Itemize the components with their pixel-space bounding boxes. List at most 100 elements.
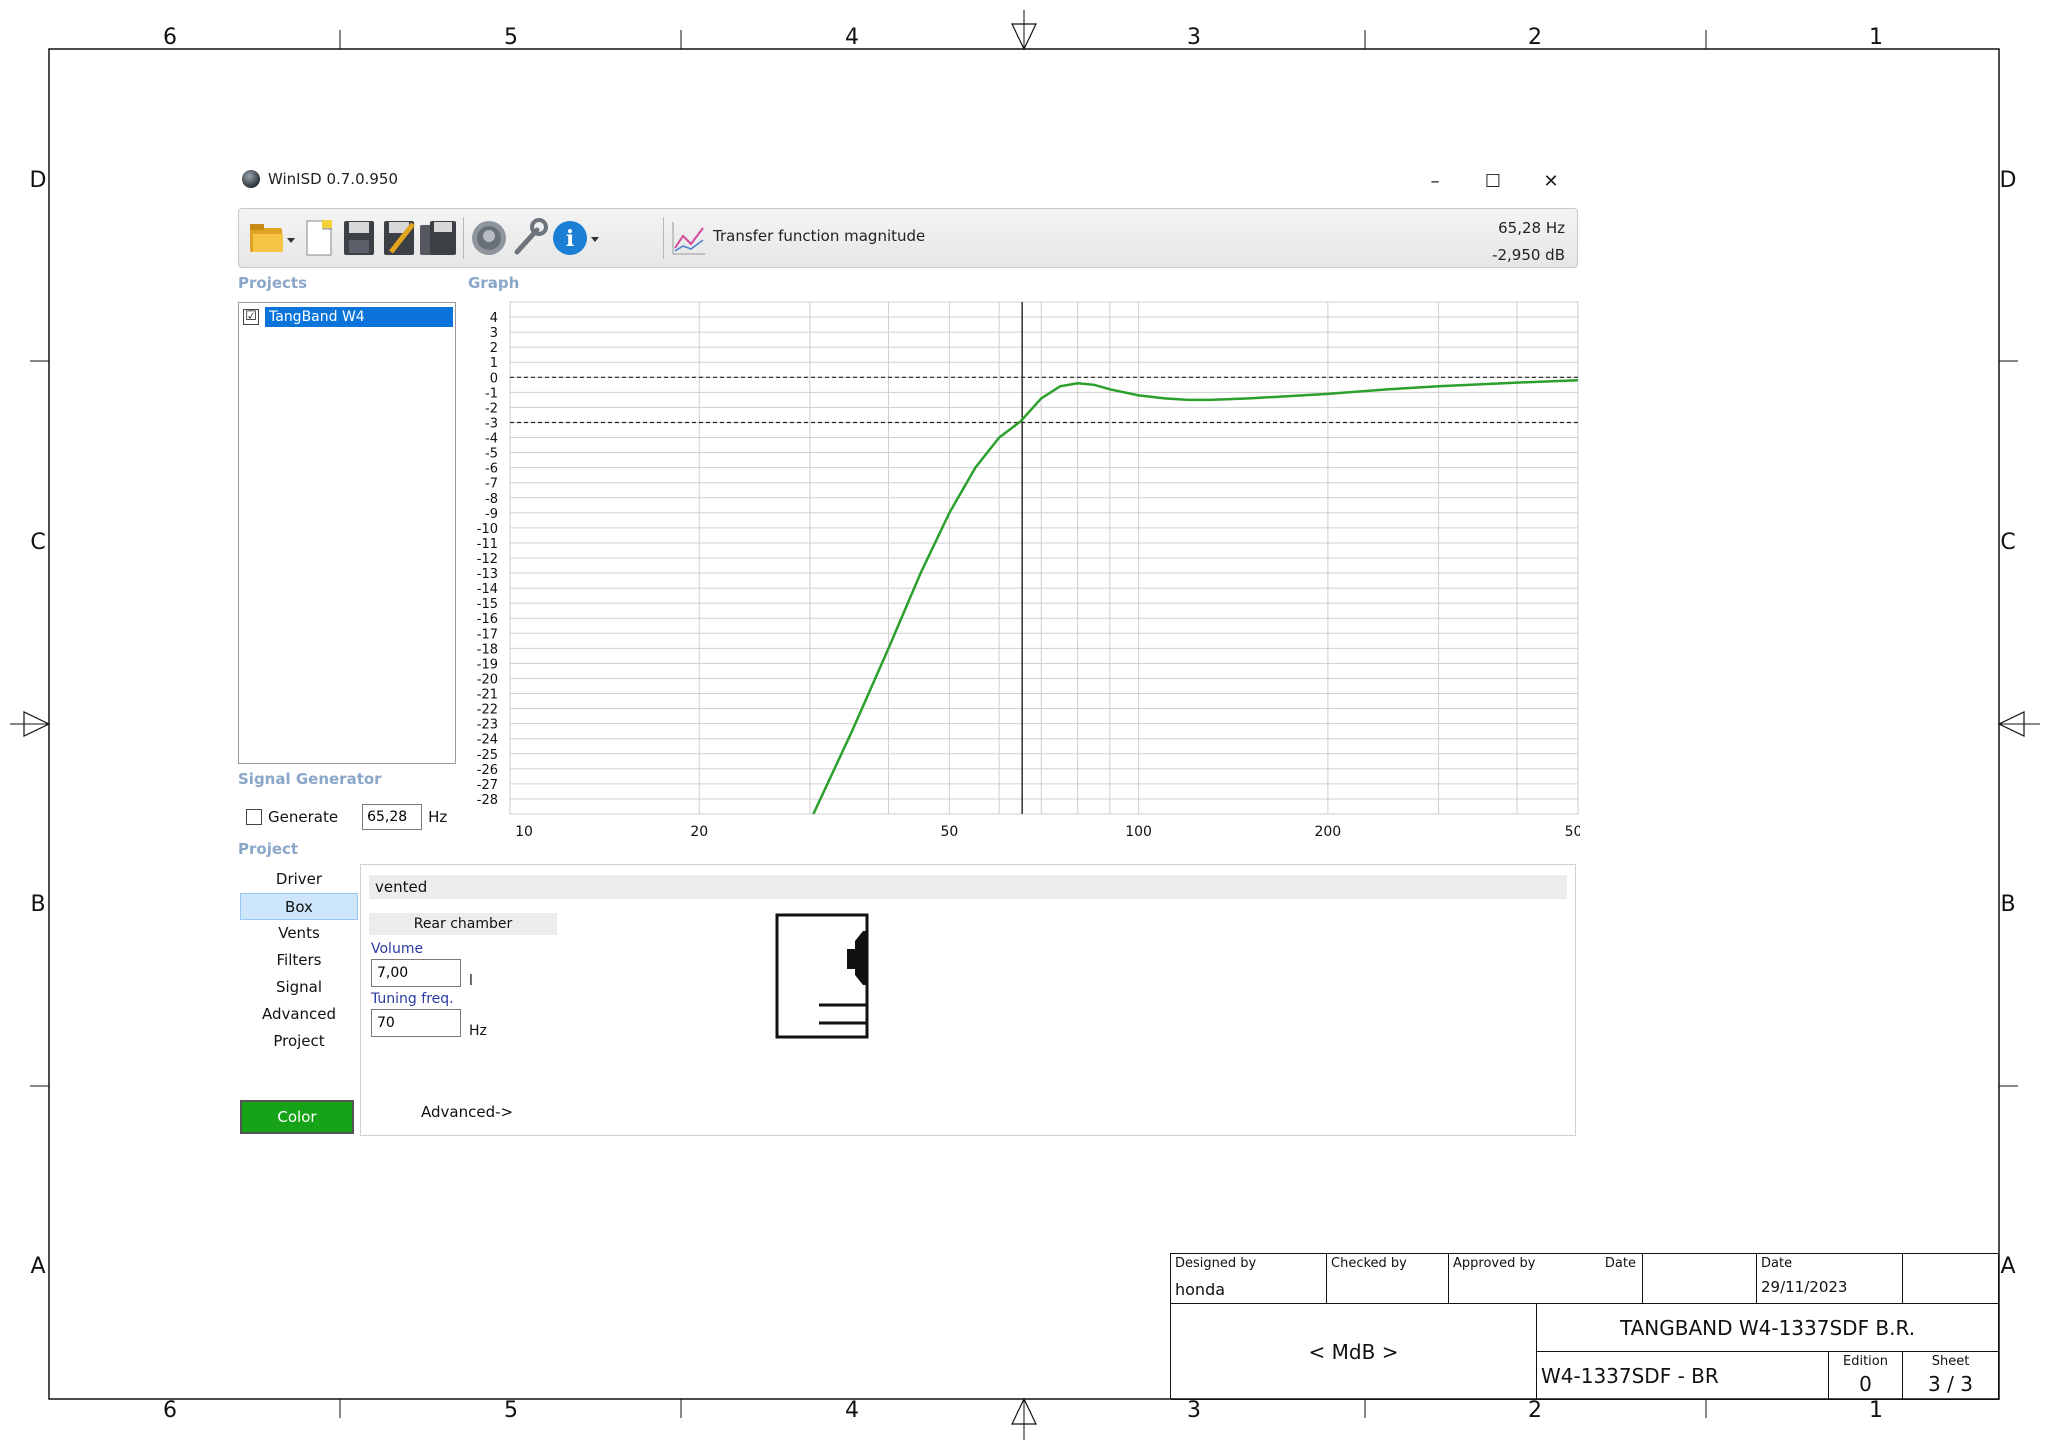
y-tick-label: -10 — [477, 522, 498, 537]
rear-chamber-header: Rear chamber — [369, 913, 557, 935]
y-tick-label: -6 — [485, 462, 498, 477]
edition-cell: Edition 0 — [1829, 1352, 1903, 1400]
y-tick-label: -12 — [477, 552, 498, 567]
drawing-title: TANGBAND W4-1337SDF B.R. — [1619, 1316, 1916, 1340]
edition-label: Edition — [1843, 1354, 1888, 1369]
volume-label: Volume — [371, 941, 424, 957]
frame-row-label: D — [1999, 168, 2017, 193]
maximize-button[interactable]: ☐ — [1464, 164, 1522, 198]
info-icon[interactable]: i — [551, 217, 601, 259]
save-all-icon[interactable] — [419, 217, 459, 259]
date-cell: Date 29/11/2023 — [1757, 1254, 1903, 1304]
nav-box[interactable]: Box — [240, 893, 358, 920]
y-tick-label: -20 — [477, 672, 498, 687]
tuning-input[interactable] — [371, 1009, 461, 1037]
x-tick-label: 100 — [1125, 824, 1152, 838]
company-name: < MdB > — [1308, 1340, 1399, 1364]
color-button[interactable]: Color — [240, 1100, 354, 1134]
frame-column-label: 4 — [845, 25, 859, 50]
nav-vents[interactable]: Vents — [240, 920, 358, 947]
app-icon — [242, 170, 260, 188]
sheet-value: 3 / 3 — [1928, 1372, 1973, 1396]
frame-column-label: 3 — [1187, 1398, 1201, 1423]
graph-type-label[interactable]: Transfer function magnitude — [713, 227, 925, 245]
open-folder-icon[interactable] — [245, 217, 297, 259]
project-name[interactable]: TangBand W4 — [265, 307, 453, 327]
frame-column-label: 6 — [163, 1398, 177, 1423]
frame-row-label: B — [2000, 892, 2016, 917]
graph-area[interactable]: 10205010020050043210-1-2-3-4-5-6-7-8-9-1… — [458, 298, 1591, 840]
frame-column-label: 4 — [845, 1398, 859, 1423]
y-tick-label: 3 — [490, 326, 498, 341]
nav-advanced[interactable]: Advanced — [240, 1001, 358, 1028]
frame-column-label: 2 — [1528, 25, 1542, 50]
winisd-window: WinISD 0.7.0.950 – ☐ ✕ i Transfer functi… — [236, 162, 1591, 1142]
cursor-readout: 65,28 Hz -2,950 dB — [1492, 215, 1565, 269]
tuning-unit: Hz — [469, 1023, 487, 1039]
frame-column-label: 5 — [504, 1398, 518, 1423]
toolbar-separator — [463, 217, 464, 259]
save-as-icon[interactable] — [379, 217, 419, 259]
approval-date-label: Date — [1604, 1256, 1636, 1271]
y-tick-label: -18 — [477, 642, 498, 657]
projects-list: ☑ TangBand W4 — [238, 302, 456, 764]
close-button[interactable]: ✕ — [1522, 164, 1580, 198]
y-tick-label: -26 — [477, 763, 498, 778]
project-item[interactable]: ☑ TangBand W4 — [243, 307, 453, 327]
readout-level: -2,950 dB — [1492, 246, 1565, 264]
designed-by-value: honda — [1175, 1280, 1226, 1299]
generate-checkbox[interactable] — [246, 809, 262, 825]
save-icon[interactable] — [339, 217, 379, 259]
frame-column-label: 6 — [163, 25, 177, 50]
wrench-icon[interactable] — [509, 217, 549, 259]
nav-filters[interactable]: Filters — [240, 947, 358, 974]
project-nav: Driver Box Vents Filters Signal Advanced… — [240, 866, 358, 1055]
y-tick-label: -17 — [477, 627, 498, 642]
approved-by-cell: Approved by Date — [1449, 1254, 1643, 1304]
signal-generator-title: Signal Generator — [238, 770, 382, 788]
y-tick-label: -1 — [485, 386, 498, 401]
y-tick-label: -21 — [477, 688, 498, 703]
y-tick-label: 0 — [490, 371, 498, 386]
y-tick-label: -19 — [477, 657, 498, 672]
date-value: 29/11/2023 — [1761, 1278, 1848, 1296]
frame-row-label: C — [2000, 530, 2016, 555]
advanced-link[interactable]: Advanced-> — [421, 1103, 513, 1121]
checked-by-cell: Checked by — [1327, 1254, 1449, 1304]
frame-column-label: 3 — [1187, 25, 1201, 50]
frame-row-label: B — [30, 892, 46, 917]
edition-value: 0 — [1859, 1372, 1872, 1396]
x-tick-label: 20 — [690, 824, 708, 838]
tuning-label: Tuning freq. — [371, 991, 454, 1007]
nav-signal[interactable]: Signal — [240, 974, 358, 1001]
graph-icon[interactable] — [669, 217, 709, 259]
y-tick-label: -5 — [485, 447, 498, 462]
drawing-number-cell: W4-1337SDF - BR — [1537, 1352, 1829, 1400]
project-checkbox[interactable]: ☑ — [243, 309, 259, 325]
title-block: Designed by honda Checked by Approved by… — [1170, 1253, 1999, 1400]
frame-column-label: 1 — [1869, 1398, 1883, 1423]
date-label: Date — [1761, 1256, 1793, 1271]
driver-icon[interactable] — [469, 217, 509, 259]
nav-project[interactable]: Project — [240, 1028, 358, 1055]
y-tick-label: -14 — [477, 582, 498, 597]
frame-column-label: 2 — [1528, 1398, 1542, 1423]
transfer-function-chart[interactable]: 10205010020050043210-1-2-3-4-5-6-7-8-9-1… — [458, 298, 1591, 840]
volume-unit: l — [469, 973, 473, 989]
box-type-selector[interactable]: vented — [369, 875, 1567, 899]
x-tick-label: 200 — [1314, 824, 1341, 838]
window-title: WinISD 0.7.0.950 — [242, 170, 398, 188]
x-tick-label: 10 — [515, 824, 533, 838]
minimize-button[interactable]: – — [1406, 164, 1464, 198]
generator-frequency-input[interactable] — [362, 804, 423, 830]
y-tick-label: -3 — [485, 416, 498, 431]
nav-driver[interactable]: Driver — [240, 866, 358, 893]
y-tick-label: -22 — [477, 703, 498, 718]
frame-row-label: A — [30, 1254, 46, 1279]
volume-input[interactable] — [371, 959, 461, 987]
checked-by-label: Checked by — [1331, 1256, 1407, 1271]
y-tick-label: 1 — [490, 356, 498, 371]
y-tick-label: -13 — [477, 567, 498, 582]
generate-label: Generate — [268, 808, 339, 826]
new-document-icon[interactable] — [299, 217, 339, 259]
